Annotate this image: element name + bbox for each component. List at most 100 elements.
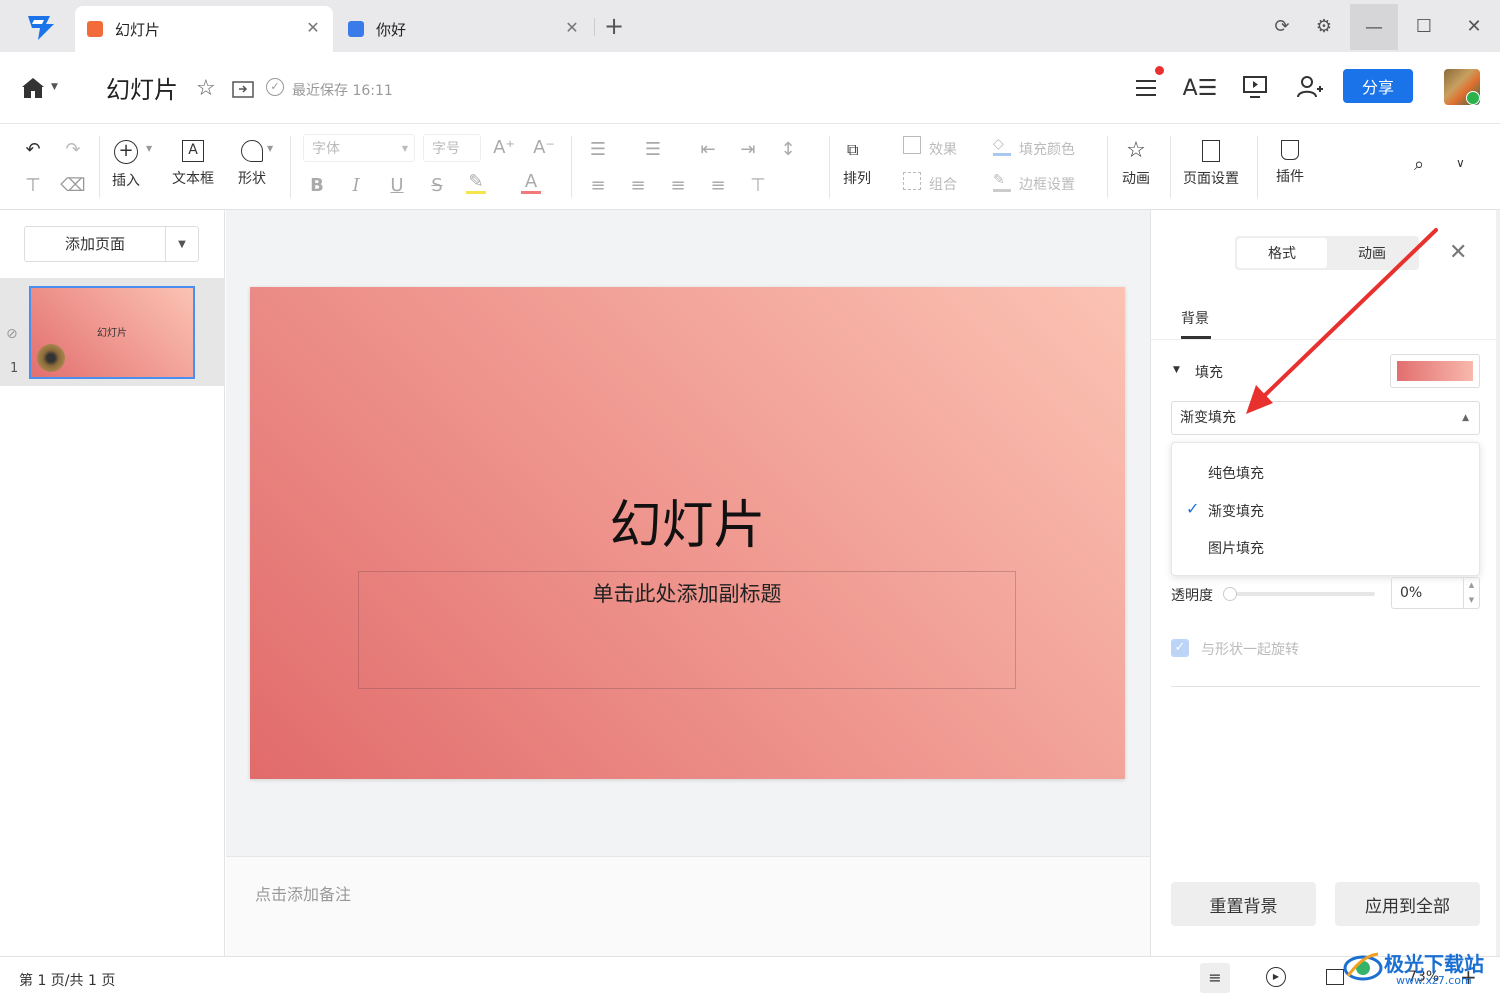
home-icon[interactable]	[20, 76, 46, 100]
slide-thumbnail[interactable]: 幻灯片	[29, 286, 195, 379]
option-picture-fill[interactable]: 图片填充	[1208, 538, 1264, 558]
animation-button[interactable]: ☆ 动画	[1122, 140, 1150, 188]
close-icon[interactable]: ✕	[562, 18, 582, 37]
minimize-button[interactable]: —	[1350, 4, 1398, 50]
font-color-icon[interactable]: A	[521, 171, 541, 194]
tab-hello[interactable]: 你好 ✕	[336, 6, 592, 52]
insert-button[interactable]: + 插入	[112, 140, 140, 190]
close-icon[interactable]: ✕	[303, 18, 323, 37]
new-tab-icon[interactable]: +	[604, 12, 624, 40]
group-icon	[903, 172, 921, 190]
chevron-down-icon[interactable]: ▼	[267, 144, 273, 153]
opacity-slider-handle[interactable]	[1223, 587, 1237, 601]
highlight-icon[interactable]: ✎	[466, 171, 486, 194]
present-icon[interactable]	[1242, 75, 1268, 99]
opacity-input[interactable]: 0% ▲ ▼	[1391, 577, 1480, 609]
group-button[interactable]: 组合	[929, 174, 957, 194]
opacity-slider[interactable]	[1226, 592, 1375, 596]
window-close-button[interactable]: ✕	[1454, 6, 1494, 46]
add-collaborator-icon[interactable]	[1296, 75, 1324, 99]
link-icon: ⊘	[6, 326, 18, 342]
textbox-button[interactable]: A 文本框	[172, 140, 214, 188]
tab-format[interactable]: 格式	[1237, 238, 1327, 268]
add-page-button[interactable]: 添加页面 ▼	[24, 226, 199, 262]
underline-icon[interactable]: U	[386, 174, 408, 196]
maximize-button[interactable]: ☐	[1404, 6, 1444, 46]
fill-type-select[interactable]: 渐变填充 ▲	[1171, 401, 1480, 435]
notes-placeholder: 点击添加备注	[255, 885, 352, 904]
document-title[interactable]: 幻灯片	[106, 70, 178, 105]
reset-background-button[interactable]: 重置背景	[1171, 882, 1316, 926]
align-right-icon[interactable]: ≡	[667, 174, 689, 196]
rotate-with-shape-checkbox[interactable]: ✓	[1171, 639, 1189, 657]
tab-animation[interactable]: 动画	[1327, 238, 1417, 268]
decrease-font-icon[interactable]: A⁻	[533, 136, 555, 158]
vertical-align-icon[interactable]: ⊤	[747, 174, 769, 196]
indent-icon[interactable]: ⇥	[737, 138, 759, 160]
slide[interactable]: 幻灯片 单击此处添加副标题	[250, 287, 1125, 779]
justify-icon[interactable]: ≡	[707, 174, 729, 196]
bold-icon[interactable]: B	[306, 174, 328, 196]
fill-color-button[interactable]: 填充颜色	[1019, 139, 1075, 159]
format-painter-icon[interactable]: ⊤	[22, 174, 44, 196]
effect-button[interactable]: 效果	[929, 139, 957, 159]
thumbnail-title: 幻灯片	[97, 328, 127, 339]
align-center-icon[interactable]: ≡	[627, 174, 649, 196]
page-setup-button[interactable]: 页面设置	[1183, 140, 1239, 188]
opacity-stepper[interactable]: ▲ ▼	[1463, 578, 1479, 608]
shape-button[interactable]: 形状	[238, 140, 266, 188]
italic-icon[interactable]: I	[345, 174, 367, 196]
increase-font-icon[interactable]: A⁺	[493, 136, 515, 158]
notification-dot	[1155, 66, 1164, 75]
chevron-down-icon[interactable]: ▼	[146, 144, 152, 153]
app-logo-icon[interactable]	[20, 10, 62, 44]
text-format-icon[interactable]: A☰	[1183, 72, 1218, 104]
numbered-list-icon[interactable]: ☰	[642, 138, 664, 160]
notes-area[interactable]: 点击添加备注	[226, 856, 1150, 956]
undo-icon[interactable]: ↶	[22, 138, 44, 160]
align-left-icon[interactable]: ≡	[587, 174, 609, 196]
outdent-icon[interactable]: ⇤	[697, 138, 719, 160]
notes-toggle-icon[interactable]: ≡	[1200, 963, 1230, 993]
fill-color-swatch[interactable]	[1390, 354, 1480, 388]
slide-canvas: 幻灯片 单击此处添加副标题	[226, 210, 1150, 856]
scrollbar[interactable]	[1496, 210, 1500, 956]
search-icon[interactable]: ⌕	[1414, 154, 1424, 175]
apply-to-all-button[interactable]: 应用到全部	[1335, 882, 1480, 926]
option-gradient-fill[interactable]: 渐变填充	[1208, 501, 1264, 521]
chevron-down-icon[interactable]: ▼	[166, 239, 198, 250]
plugin-button[interactable]: 插件	[1276, 140, 1304, 186]
share-button[interactable]: 分享	[1343, 69, 1413, 103]
collapse-toolbar-icon[interactable]: ∨	[1456, 156, 1465, 170]
wechat-badge-icon	[1466, 91, 1480, 105]
font-size-value: 字号	[432, 141, 460, 157]
border-settings-button[interactable]: 边框设置	[1019, 174, 1075, 194]
line-spacing-icon[interactable]: ↕	[777, 138, 799, 160]
chevron-down-icon[interactable]: ▼	[51, 82, 58, 92]
settings-icon[interactable]: ⚙	[1304, 6, 1344, 46]
thumbnail-avatar	[37, 344, 65, 372]
tab-slides[interactable]: 幻灯片 ✕	[75, 6, 333, 52]
strikethrough-icon[interactable]: S	[426, 174, 448, 196]
eraser-icon[interactable]: ⌫	[60, 174, 85, 196]
tab-divider	[594, 18, 595, 36]
redo-icon[interactable]: ↷	[62, 138, 84, 160]
avatar[interactable]	[1444, 69, 1480, 105]
subtitle-placeholder[interactable]: 单击此处添加副标题	[358, 571, 1016, 689]
star-icon[interactable]: ☆	[196, 76, 216, 101]
arrange-button[interactable]: ⧉ 排列	[843, 140, 871, 188]
close-icon[interactable]: ✕	[1449, 240, 1467, 265]
tab-background[interactable]: 背景	[1181, 308, 1209, 328]
font-select[interactable]: 字体 ▼	[303, 134, 415, 162]
format-panel: 格式 动画 ✕ 背景 ▼ 填充 渐变填充 ▲ 纯色填充 ✓ 渐变填充 图片填充 …	[1150, 210, 1497, 956]
collapse-triangle-icon[interactable]: ▼	[1173, 365, 1180, 375]
sync-icon[interactable]: ⟳	[1262, 6, 1302, 46]
menu-icon[interactable]	[1130, 66, 1164, 104]
move-to-folder-icon[interactable]	[232, 79, 254, 99]
slide-title[interactable]: 幻灯片	[250, 483, 1125, 558]
thumbnail-row[interactable]: ⊘ 1 幻灯片	[0, 278, 225, 386]
option-solid-fill[interactable]: 纯色填充	[1208, 463, 1264, 483]
play-icon[interactable]: ▶	[1266, 967, 1286, 987]
font-size-select[interactable]: 字号	[423, 134, 481, 162]
bullet-list-icon[interactable]: ☰	[587, 138, 609, 160]
